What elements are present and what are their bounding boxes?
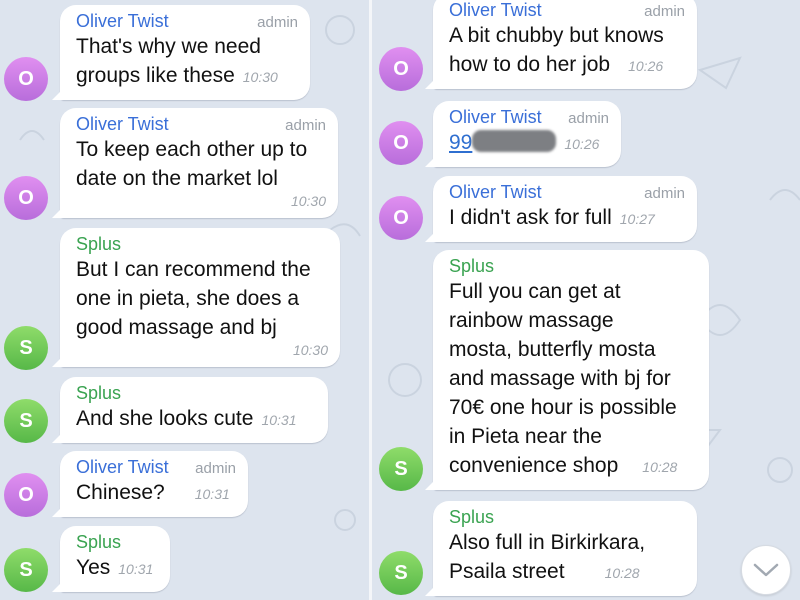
- message-time: 10:30: [292, 342, 328, 358]
- message-time: 10:26: [628, 58, 664, 74]
- avatar[interactable]: O: [4, 57, 48, 101]
- avatar[interactable]: O: [4, 473, 48, 517]
- message-time: 10:30: [290, 193, 326, 209]
- phone-link[interactable]: 99: [449, 130, 557, 154]
- message-bubble[interactable]: Splus And she looks cute 10:31: [60, 377, 328, 443]
- message-text: That's why we need groups like these 10:3…: [76, 35, 278, 87]
- message-text: Also full in Birkirkara, Psaila street 10…: [449, 531, 646, 583]
- message-time: 10:31: [118, 561, 154, 577]
- admin-badge: admin: [257, 14, 298, 31]
- sender-name[interactable]: Oliver Twist: [76, 11, 169, 32]
- message-bubble[interactable]: Oliver Twist admin To keep each other up …: [60, 108, 338, 218]
- sender-name[interactable]: Splus: [449, 256, 494, 277]
- message-text: And she looks cute 10:31: [76, 407, 297, 430]
- message-time: 10:30: [242, 69, 278, 85]
- admin-badge: admin: [195, 460, 236, 477]
- message-text: Yes 10:31: [76, 556, 154, 579]
- sender-name[interactable]: Oliver Twist: [76, 457, 169, 478]
- admin-badge: admin: [568, 110, 609, 127]
- admin-badge: admin: [644, 185, 685, 202]
- message-text: 99 10:26: [449, 128, 609, 159]
- avatar[interactable]: S: [4, 326, 48, 370]
- sender-name[interactable]: Oliver Twist: [449, 182, 542, 203]
- admin-badge: admin: [644, 3, 685, 20]
- message-text: Full you can get at rainbow massage most…: [449, 280, 678, 477]
- message-text: A bit chubby but knows how to do her job…: [449, 24, 664, 76]
- message-bubble[interactable]: Splus Also full in Birkirkara, Psaila st…: [433, 501, 697, 596]
- message-text: I didn't ask for full 10:27: [449, 206, 655, 229]
- sender-name[interactable]: Oliver Twist: [449, 107, 542, 128]
- message-time: 10:26: [564, 136, 600, 152]
- chevron-down-icon: [753, 563, 779, 577]
- avatar[interactable]: S: [4, 399, 48, 443]
- sender-name[interactable]: Oliver Twist: [76, 114, 169, 135]
- message-bubble[interactable]: Oliver Twist admin 99 10:26: [433, 101, 621, 167]
- message-time: 10:28: [642, 459, 678, 475]
- avatar[interactable]: S: [4, 548, 48, 592]
- sender-name[interactable]: Splus: [449, 507, 494, 528]
- avatar[interactable]: O: [379, 121, 423, 165]
- message-bubble[interactable]: Splus Yes 10:31: [60, 526, 170, 592]
- message-bubble[interactable]: Splus Full you can get at rainbow massag…: [433, 250, 709, 490]
- sender-name[interactable]: Splus: [76, 532, 121, 553]
- avatar[interactable]: O: [379, 196, 423, 240]
- message-text: To keep each other up to date on the mar…: [76, 138, 308, 190]
- avatar[interactable]: S: [379, 551, 423, 595]
- message-bubble[interactable]: Oliver Twist admin I didn't ask for full 1…: [433, 176, 697, 242]
- message-time: 10:27: [619, 211, 655, 227]
- avatar[interactable]: O: [379, 47, 423, 91]
- avatar[interactable]: S: [379, 447, 423, 491]
- sender-name[interactable]: Splus: [76, 383, 121, 404]
- admin-badge: admin: [285, 117, 326, 134]
- message-text: But I can recommend the one in pieta, sh…: [76, 258, 311, 339]
- redacted-block: [472, 130, 557, 152]
- message-bubble[interactable]: Oliver Twist admin That's why we need gro…: [60, 5, 310, 100]
- message-bubble[interactable]: Oliver Twist admin A bit chubby but knows…: [433, 0, 697, 89]
- message-bubble[interactable]: Oliver Twist admin Chinese? 10:31: [60, 451, 248, 517]
- scroll-to-bottom-button[interactable]: [741, 545, 791, 595]
- sender-name[interactable]: Oliver Twist: [449, 0, 542, 21]
- message-text: Chinese? 10:31: [76, 481, 230, 504]
- message-time: 10:31: [194, 486, 230, 502]
- message-time: 10:28: [604, 565, 640, 581]
- column-divider: [369, 0, 372, 600]
- message-bubble[interactable]: Splus But I can recommend the one in pie…: [60, 228, 340, 367]
- avatar[interactable]: O: [4, 176, 48, 220]
- sender-name[interactable]: Splus: [76, 234, 121, 255]
- message-time: 10:31: [261, 412, 297, 428]
